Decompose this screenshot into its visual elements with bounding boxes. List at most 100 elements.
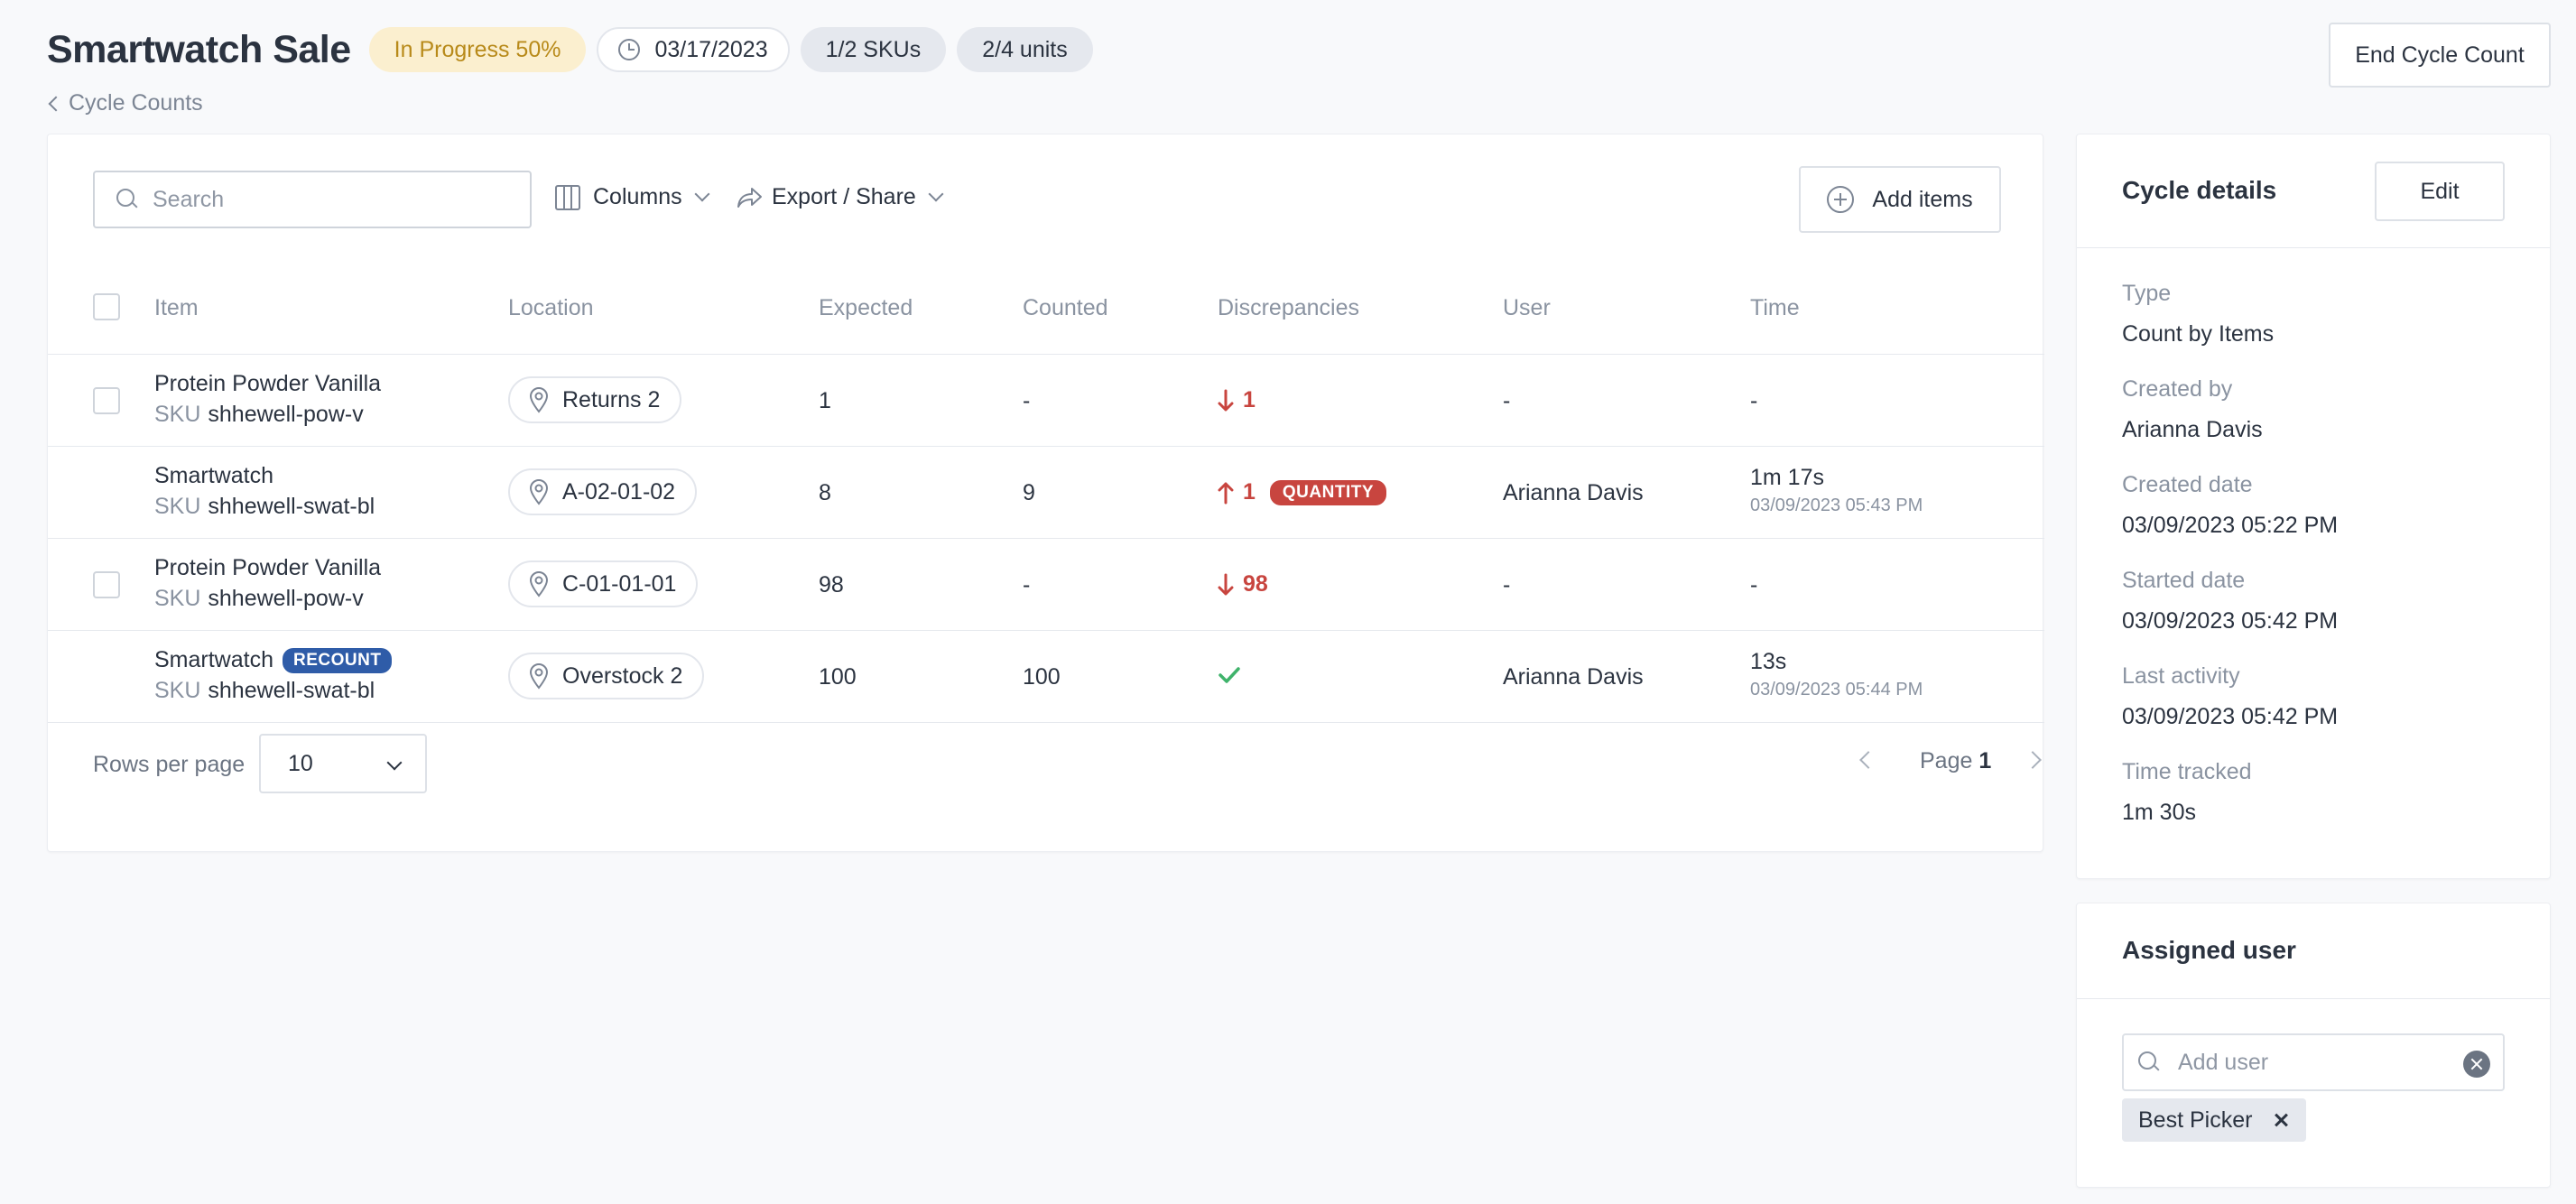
item-name-text: Smartwatch: [154, 463, 273, 488]
expected-value: 1: [819, 388, 831, 413]
search-icon: [2138, 1051, 2160, 1073]
user-chip: Best Picker: [2122, 1098, 2307, 1142]
detail-time-tracked: Time tracked 1m 30s: [2122, 759, 2252, 826]
clock-icon: [618, 39, 641, 60]
column-header-location[interactable]: Location: [508, 295, 594, 321]
column-header-discrepancies[interactable]: Discrepancies: [1218, 295, 1359, 321]
skus-badge: 1/2 SKUs: [800, 27, 947, 72]
row-checkbox[interactable]: [93, 571, 120, 598]
row-checkbox[interactable]: [93, 387, 120, 414]
location-pill[interactable]: C-01-01-01: [508, 560, 699, 607]
time-value: 13s: [1750, 649, 1787, 674]
date-text: 03/17/2023: [654, 36, 768, 62]
rows-per-page-label: Rows per page: [93, 752, 246, 777]
location-pin-icon: [529, 387, 549, 413]
user-value: Arianna Davis: [1503, 480, 1644, 505]
location-text: Overstock 2: [562, 662, 683, 689]
table-row[interactable]: Protein Powder Vanilla SKU shhewell-pow-v…: [48, 539, 2044, 631]
arrow-down-icon: [1218, 573, 1234, 595]
detail-created-by: Created by Arianna Davis: [2122, 376, 2263, 443]
item-sku: SKU shhewell-swat-bl: [154, 678, 375, 704]
location-pin-icon: [529, 479, 549, 505]
detail-label: Time tracked: [2122, 759, 2252, 784]
arrow-up-icon: [1218, 482, 1234, 504]
chevron-left-icon: [48, 96, 64, 111]
chevron-down-icon: [928, 186, 944, 201]
detail-value: 03/09/2023 05:42 PM: [2122, 608, 2339, 634]
recount-badge: RECOUNT: [282, 647, 393, 673]
location-pin-icon: [529, 571, 549, 597]
export-share-label: Export / Share: [772, 184, 916, 209]
user-value: Arianna Davis: [1503, 664, 1644, 690]
detail-value: Arianna Davis: [2122, 417, 2263, 442]
sku-value: shhewell-swat-bl: [208, 494, 375, 519]
sku-label: SKU: [154, 678, 201, 703]
close-icon[interactable]: [2272, 1111, 2290, 1129]
table-row[interactable]: Protein Powder Vanilla SKU shhewell-pow-v…: [48, 355, 2044, 447]
location-pill[interactable]: Overstock 2: [508, 653, 705, 699]
column-header-item[interactable]: Item: [154, 295, 199, 321]
table-row[interactable]: Smartwatch SKU shhewell-swat-bl A-02-01-0…: [48, 447, 2044, 539]
add-user-input[interactable]: [2178, 1049, 2449, 1076]
detail-value: 03/09/2023 05:22 PM: [2122, 513, 2339, 538]
columns-button[interactable]: Columns: [555, 184, 710, 210]
table-header: Item Location Expected Counted Discrepan…: [48, 261, 2044, 355]
breadcrumb-link[interactable]: Cycle Counts: [69, 90, 203, 116]
discrepancy: 98: [1218, 571, 1268, 597]
counted-value: -: [1023, 388, 1031, 413]
discrepancy-value: 1: [1243, 479, 1256, 505]
user-value: -: [1503, 388, 1511, 413]
item-name-text: Smartwatch: [154, 647, 273, 672]
column-header-counted[interactable]: Counted: [1023, 295, 1108, 321]
time-timestamp: 03/09/2023 05:44 PM: [1750, 680, 1923, 699]
sku-value: shhewell-swat-bl: [208, 678, 375, 703]
expected-value: 98: [819, 572, 844, 597]
add-items-button[interactable]: Add items: [1799, 166, 2001, 233]
items-card: Columns Export / Share Add items Item Lo…: [47, 134, 2044, 852]
detail-label: Started date: [2122, 568, 2246, 593]
edit-button[interactable]: Edit: [2375, 162, 2505, 221]
sku-label: SKU: [154, 402, 201, 427]
plus-circle-icon: [1827, 186, 1855, 213]
search-input[interactable]: [153, 186, 514, 213]
columns-icon: [555, 184, 580, 210]
check-icon: [1219, 667, 1240, 683]
page-header: Smartwatch Sale In Progress 50% 03/17/20…: [47, 27, 1104, 72]
column-header-expected[interactable]: Expected: [819, 295, 913, 321]
location-pill[interactable]: Returns 2: [508, 376, 682, 423]
detail-label: Created date: [2122, 472, 2253, 497]
sku-value: shhewell-pow-v: [208, 586, 364, 611]
rows-per-page-select[interactable]: 10: [259, 734, 427, 793]
detail-type: Type Count by Items: [2122, 281, 2274, 347]
search-box[interactable]: [93, 171, 532, 228]
arrow-down-icon: [1218, 389, 1234, 411]
discrepancy: [1218, 665, 1241, 685]
add-user-field[interactable]: [2122, 1033, 2505, 1091]
column-header-user[interactable]: User: [1503, 295, 1551, 321]
chevron-left-icon[interactable]: [1859, 751, 1877, 769]
chevron-right-icon[interactable]: [2024, 751, 2042, 769]
detail-label: Created by: [2122, 376, 2233, 402]
location-pin-icon: [529, 663, 549, 690]
end-cycle-count-button[interactable]: End Cycle Count: [2329, 23, 2551, 88]
sku-value: shhewell-pow-v: [208, 402, 364, 427]
discrepancy-value: 1: [1243, 387, 1256, 412]
user-chip-label: Best Picker: [2138, 1107, 2253, 1133]
location-text: Returns 2: [562, 386, 661, 412]
page-indicator: Page 1: [1920, 748, 1991, 774]
table-row[interactable]: Smartwatch RECOUNT SKU shhewell-swat-bl O…: [48, 631, 2044, 723]
detail-label: Last activity: [2122, 663, 2240, 689]
clear-icon[interactable]: [2463, 1051, 2490, 1078]
location-pill[interactable]: A-02-01-02: [508, 468, 698, 515]
column-header-time[interactable]: Time: [1750, 295, 1800, 321]
time-value: 1m 17s: [1750, 465, 1824, 490]
quantity-badge: QUANTITY: [1269, 479, 1387, 505]
date-badge: 03/17/2023: [597, 27, 790, 72]
page-label: Page: [1920, 748, 1973, 773]
panel-header: Assigned user: [2077, 903, 2550, 999]
breadcrumb[interactable]: Cycle Counts: [48, 90, 203, 116]
select-all-checkbox[interactable]: [93, 293, 120, 320]
item-name-text: Protein Powder Vanilla: [154, 371, 382, 396]
export-share-button[interactable]: Export / Share: [736, 184, 944, 210]
detail-value: Count by Items: [2122, 321, 2275, 347]
